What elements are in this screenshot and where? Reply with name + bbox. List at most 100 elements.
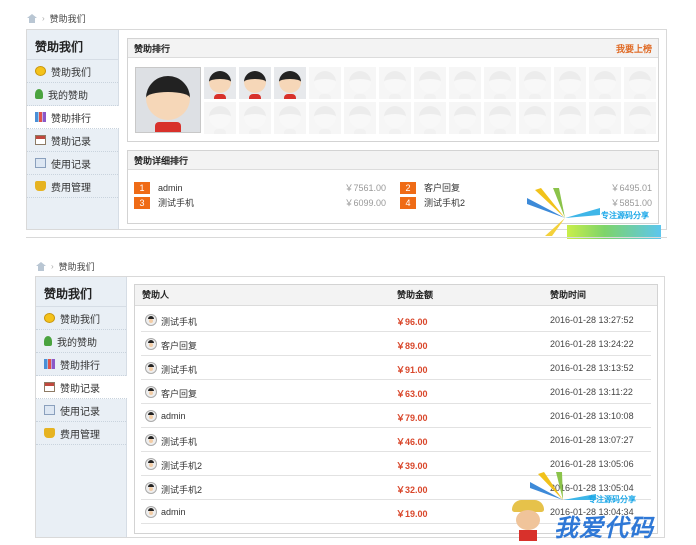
- header-sponsor: 赞助人: [142, 290, 170, 300]
- sponsor-amount: ￥79.00: [396, 413, 428, 423]
- avatar-empty-slot: [589, 102, 621, 134]
- sponsor-amount: ￥63.00: [396, 389, 428, 399]
- calendar-icon: [35, 135, 46, 145]
- sidebar: 赞助我们 赞助我们 我的赞助 赞助排行 赞助记录 使用记录 费用管理: [36, 277, 127, 537]
- avatar-empty-slot: [519, 102, 551, 134]
- sponsor-time: 2016-01-28 13:07:27: [550, 435, 634, 445]
- avatar[interactable]: [145, 386, 157, 398]
- avatar[interactable]: [145, 338, 157, 350]
- sidebar-item-label: 赞助记录: [60, 383, 100, 395]
- sponsor-amount: ￥46.00: [396, 437, 428, 447]
- table-row: 测试手机 ￥96.00 2016-01-28 13:27:52: [141, 308, 651, 332]
- avatar-empty-slot: [344, 67, 376, 99]
- avatar[interactable]: [145, 362, 157, 374]
- rank-number: 1: [134, 181, 150, 194]
- detail-ranking-title: 赞助详细排行: [134, 155, 189, 166]
- avatar-empty-slot: [379, 67, 411, 99]
- table-row: 客户回复 ￥89.00 2016-01-28 13:24:22: [141, 332, 651, 356]
- sponsor-time: 2016-01-28 13:10:08: [550, 411, 634, 421]
- rank-name: 测试手机: [158, 198, 195, 208]
- avatar-empty-slot: [484, 67, 516, 99]
- sidebar-item-my-sponsorship[interactable]: 我的赞助: [27, 83, 118, 106]
- sponsor-name: 测试手机2: [161, 485, 203, 495]
- sidebar-item-label: 赞助我们: [51, 67, 91, 79]
- sidebar-item-label: 赞助记录: [51, 136, 91, 148]
- avatar[interactable]: [145, 482, 157, 494]
- home-icon[interactable]: [27, 13, 37, 23]
- sidebar-item-sponsor-us[interactable]: 赞助我们: [36, 307, 126, 330]
- sponsor-name: 测试手机: [161, 365, 198, 375]
- avatar-empty-slot: [379, 102, 411, 134]
- header-time: 赞助时间: [550, 290, 587, 300]
- user-icon: [44, 336, 52, 346]
- breadcrumb: › 赞助我们: [36, 259, 95, 273]
- sidebar-item-fee-management[interactable]: 费用管理: [27, 175, 118, 198]
- breadcrumb-current: 赞助我们: [58, 261, 95, 272]
- detail-ranking-header: 赞助详细排行: [128, 151, 658, 170]
- table-header: 赞助人 赞助金额 赞助时间: [135, 285, 657, 306]
- logo-text: 我爱代码: [554, 515, 654, 542]
- ranking-title: 赞助排行: [134, 43, 171, 54]
- sponsor-name: 测试手机2: [161, 461, 203, 471]
- sidebar-item-label: 使用记录: [60, 406, 100, 418]
- watermark-top: 专注源码分享: [525, 188, 665, 244]
- sidebar-item-label: 我的赞助: [48, 90, 88, 102]
- breadcrumb-separator: ›: [42, 13, 45, 23]
- breadcrumb: › 赞助我们: [27, 11, 86, 25]
- avatar-empty-slot: [274, 102, 306, 134]
- bar-chart-icon: [44, 359, 55, 369]
- sponsor-amount: ￥32.00: [396, 485, 428, 495]
- user-icon: [35, 89, 43, 99]
- sidebar-item-usage-records[interactable]: 使用记录: [27, 152, 118, 175]
- sponsor-name: 测试手机: [161, 317, 198, 327]
- rank-number: 3: [134, 196, 150, 209]
- sidebar-item-label: 赞助排行: [51, 113, 91, 125]
- header-amount: 赞助金额: [397, 290, 434, 300]
- avatar-sponsor[interactable]: [274, 67, 306, 99]
- join-ranking-link[interactable]: 我要上榜: [616, 42, 652, 55]
- sidebar-item-sponsor-records[interactable]: 赞助记录: [27, 129, 118, 152]
- breadcrumb-current: 赞助我们: [49, 13, 86, 24]
- sponsor-amount: ￥91.00: [396, 365, 428, 375]
- home-icon[interactable]: [36, 261, 46, 271]
- money-icon: [35, 181, 46, 191]
- sidebar-item-label: 赞助排行: [60, 360, 100, 372]
- rank-amount: ￥7561.00: [344, 183, 386, 193]
- avatar-empty-slot: [309, 102, 341, 134]
- avatar[interactable]: [145, 410, 157, 422]
- sidebar-item-sponsor-us[interactable]: 赞助我们: [27, 60, 118, 83]
- ranking-box: 赞助排行 我要上榜: [127, 38, 659, 142]
- avatar-empty-slot: [519, 67, 551, 99]
- sidebar-item-fee-management[interactable]: 费用管理: [36, 422, 126, 445]
- table-row: admin ￥79.00 2016-01-28 13:10:08: [141, 404, 651, 428]
- avatar-top-sponsor[interactable]: [135, 67, 201, 133]
- sidebar-item-label: 我的赞助: [57, 337, 97, 349]
- avatar[interactable]: [145, 434, 157, 446]
- rank-row: 1 admin ￥7561.00: [134, 181, 386, 194]
- sidebar-item-usage-records[interactable]: 使用记录: [36, 399, 126, 422]
- coin-icon: [35, 66, 46, 76]
- avatar-empty-slot: [624, 67, 656, 99]
- sponsor-amount: ￥89.00: [396, 341, 428, 351]
- divider: [26, 237, 667, 238]
- avatar[interactable]: [145, 506, 157, 518]
- bar-chart-icon: [35, 112, 46, 122]
- avatar-empty-slot: [414, 67, 446, 99]
- avatar-sponsor[interactable]: [204, 67, 236, 99]
- sidebar-item-sponsor-ranking[interactable]: 赞助排行: [27, 106, 119, 129]
- avatar-empty-slot: [484, 102, 516, 134]
- document-icon: [44, 405, 55, 415]
- sidebar-item-label: 费用管理: [51, 182, 91, 194]
- avatar[interactable]: [145, 458, 157, 470]
- pirate-logo-icon: [510, 500, 546, 542]
- avatar-sponsor[interactable]: [239, 67, 271, 99]
- sidebar-item-sponsor-records[interactable]: 赞助记录: [36, 376, 127, 399]
- sponsor-time: 2016-01-28 13:11:22: [550, 387, 633, 397]
- avatar[interactable]: [145, 314, 157, 326]
- sidebar-item-my-sponsorship[interactable]: 我的赞助: [36, 330, 126, 353]
- avatar-empty-slot: [309, 67, 341, 99]
- sidebar-item-sponsor-ranking[interactable]: 赞助排行: [36, 353, 126, 376]
- avatar-empty-slot: [414, 102, 446, 134]
- sidebar-title: 赞助我们: [27, 30, 118, 60]
- avatar-empty-slot: [239, 102, 271, 134]
